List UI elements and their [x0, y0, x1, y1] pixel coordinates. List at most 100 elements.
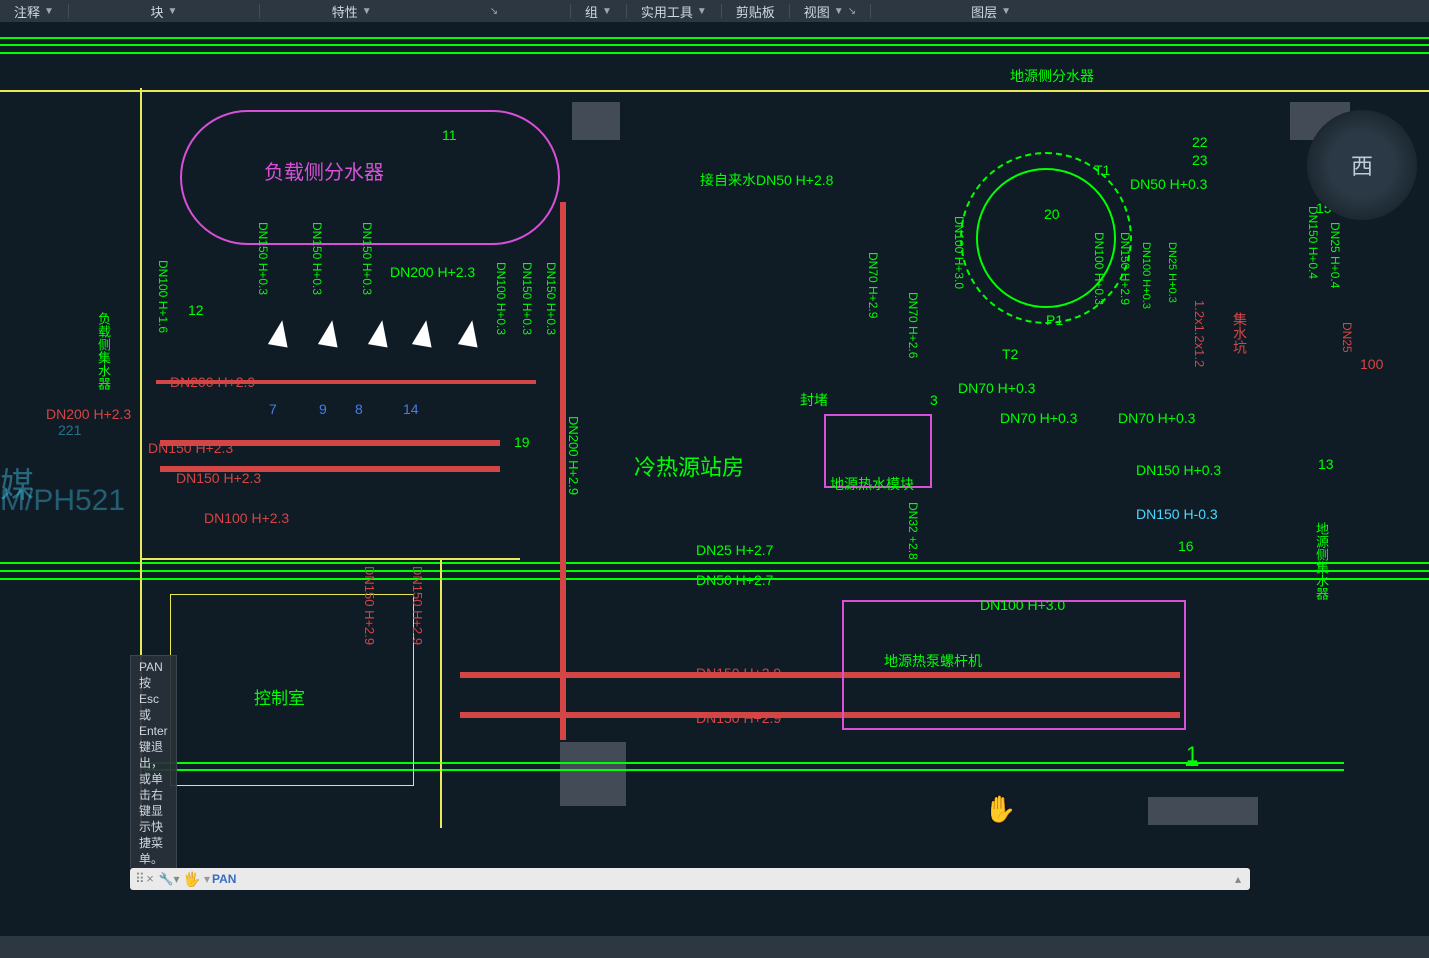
chevron-down-icon: ▼ [44, 6, 54, 17]
pipe-label: DN150 H+0.3 [544, 262, 558, 335]
pipe-label: DN150 H+0.4 [1306, 206, 1320, 279]
command-history-line: PAN [139, 659, 168, 675]
label-t1: T1 [1094, 162, 1110, 178]
tag: 3 [930, 392, 938, 408]
ribbon-label: 特性 [332, 2, 358, 21]
pipe-label: DN150 H+2.9 [696, 665, 781, 681]
ribbon-label: 块 [150, 2, 163, 21]
cmdline-grip-icon[interactable]: ⠿ × [130, 871, 158, 887]
pipe-label: DN150 H+2.9 [362, 566, 377, 645]
ribbon-label: 剪贴板 [736, 2, 775, 21]
chevron-down-icon: ▼ [697, 6, 707, 17]
pipe-label: DN150 H+0.3 [360, 222, 374, 295]
pipe-label: DN70 H+0.3 [1000, 410, 1077, 426]
command-line[interactable]: ⠿ × 🔧▾ 🖐 ▾ PAN ▴ [130, 868, 1250, 890]
pipe-label: DN70 H+2.9 [866, 252, 880, 318]
pipe-label: DN100 H+0.3 [1140, 242, 1152, 309]
hatch [1148, 797, 1258, 825]
flow-arrow-icon [458, 318, 482, 347]
pipe-label: DN100 H+3.0 [980, 597, 1065, 613]
pipe-label: DN150 H+2.9 [410, 566, 425, 645]
pipe-label: DN32 +2.8 [906, 502, 920, 560]
label-source-hotwater: 地源热水模块 [830, 474, 914, 494]
ribbon-panel-group[interactable]: 组 ▼ [571, 0, 626, 22]
pipe-label: DN70 H+2.6 [906, 292, 920, 358]
label-source-collector: 地源侧集水器 [1312, 522, 1331, 600]
cmdline-recent-icon[interactable]: ▴ [1226, 872, 1250, 886]
dim-jishuikeng: 1.2x1.2x1.2 [1192, 300, 1207, 367]
flow-arrow-icon [318, 318, 342, 347]
pipe-label: DN200 H+2.3 [390, 264, 475, 280]
ribbon-panel-clipboard[interactable]: 剪贴板 [722, 0, 789, 22]
pipe-label: DN70 H+0.3 [958, 380, 1035, 396]
dim: 100 [1360, 356, 1383, 372]
dialog-launcher-icon[interactable]: ↘ [848, 6, 856, 17]
pipe-label: DN25 H+0.3 [1166, 242, 1178, 303]
pipe-label: DN100 H+2.3 [204, 510, 289, 526]
status-bar[interactable] [0, 936, 1429, 958]
tag: 22 [1192, 134, 1208, 150]
pipe-label: DN150 H+2.3 [176, 470, 261, 486]
ribbon-label: 实用工具 [641, 2, 693, 21]
label-control-room: 控制室 [254, 684, 305, 709]
cmdline-active-command: PAN [210, 872, 236, 886]
ribbon-panel-view[interactable]: 视图 ▼ ↘ [790, 0, 870, 22]
tag: 23 [1192, 152, 1208, 168]
tag: 14 [403, 401, 419, 417]
flow-arrow-icon [368, 318, 392, 347]
tag: 20 [1044, 206, 1060, 222]
faded-text: M/PH521 [0, 484, 125, 518]
tag: 12 [188, 302, 204, 318]
chevron-down-icon: ▼ [834, 6, 844, 17]
pipe-label: DN200 H+2.3 [46, 406, 131, 422]
hatch [572, 102, 620, 140]
wall [140, 558, 520, 560]
tag: 19 [514, 434, 530, 450]
pipe-label: DN70 H+0.3 [1118, 410, 1195, 426]
ribbon-label: 图层 [971, 2, 997, 21]
flow-arrow-icon [412, 318, 436, 347]
label-jishuikeng: 集水坑 [1230, 312, 1250, 354]
ribbon-panel-block[interactable]: 块 ▼ [69, 0, 259, 22]
pipe [0, 37, 1429, 39]
dialog-launcher-icon[interactable]: ↘ [490, 6, 498, 17]
ribbon-panel-util[interactable]: 实用工具 ▼ [627, 0, 721, 22]
flow-arrow-icon [268, 318, 292, 347]
drawing-canvas[interactable]: 西 负载侧分水器 地源侧分水器 控制室 冷热源站房 地源热水模块 封堵 地源热泵… [0, 22, 1429, 890]
pipe-label: DN50 H+0.3 [1130, 176, 1207, 192]
ribbon-panel-layer[interactable]: 图层 ▼ [871, 0, 1111, 22]
pipe-label: DN25 [1340, 322, 1354, 353]
tag: 13 [1318, 456, 1334, 472]
ribbon-panel-annotate[interactable]: 注释 ▼ [0, 0, 68, 22]
wall [440, 558, 442, 828]
wall [0, 90, 1429, 92]
pipe-label: DN150 H+0.3 [520, 262, 534, 335]
ribbon-panel-props[interactable]: 特性 ▼ ↘ [260, 0, 570, 22]
command-history-line: 按 Esc 或 Enter 键退出，或单击右键显示快捷菜单。 [139, 675, 168, 867]
cmdline-hand-icon: 🖐 [180, 871, 204, 888]
label-source-screw: 地源热泵螺杆机 [884, 651, 982, 671]
chevron-down-icon: ▼ [362, 6, 372, 17]
ribbon-toolbar: 注释 ▼ 块 ▼ 特性 ▼ ↘ 组 ▼ 实用工具 ▼ 剪贴板 视图 ▼ ↘ 图层… [0, 0, 1429, 22]
pipe [0, 562, 1429, 564]
label-t2: T2 [1002, 346, 1018, 362]
command-history: PAN 按 Esc 或 Enter 键退出，或单击右键显示快捷菜单。 [130, 655, 177, 868]
pipe [0, 52, 1429, 54]
pan-cursor-icon: ✋ [984, 794, 1016, 825]
viewcube[interactable]: 西 [1307, 110, 1417, 220]
label-room-title: 冷热源站房 [634, 450, 744, 482]
viewcube-face: 西 [1351, 149, 1373, 181]
label-source-distributor: 地源侧分水器 [1010, 66, 1094, 86]
pipe-label: DN200 H+2.9 [170, 374, 255, 390]
pipe-label: DN150 H+0.3 [256, 222, 270, 295]
cmdline-customize-icon[interactable]: 🔧▾ [158, 872, 180, 886]
pipe-label: DN150 H-0.3 [1136, 506, 1218, 522]
section-marker: 1 [1186, 742, 1198, 768]
pipe [0, 44, 1429, 46]
label-load-distributor: 负载侧分水器 [264, 156, 384, 185]
hatch [560, 742, 626, 806]
pipe-label: DN100 H+1.6 [156, 260, 170, 333]
label-seal: 封堵 [800, 390, 828, 410]
chevron-down-icon: ▼ [1001, 6, 1011, 17]
pipe-label: 接自来水DN50 H+2.8 [700, 170, 833, 190]
